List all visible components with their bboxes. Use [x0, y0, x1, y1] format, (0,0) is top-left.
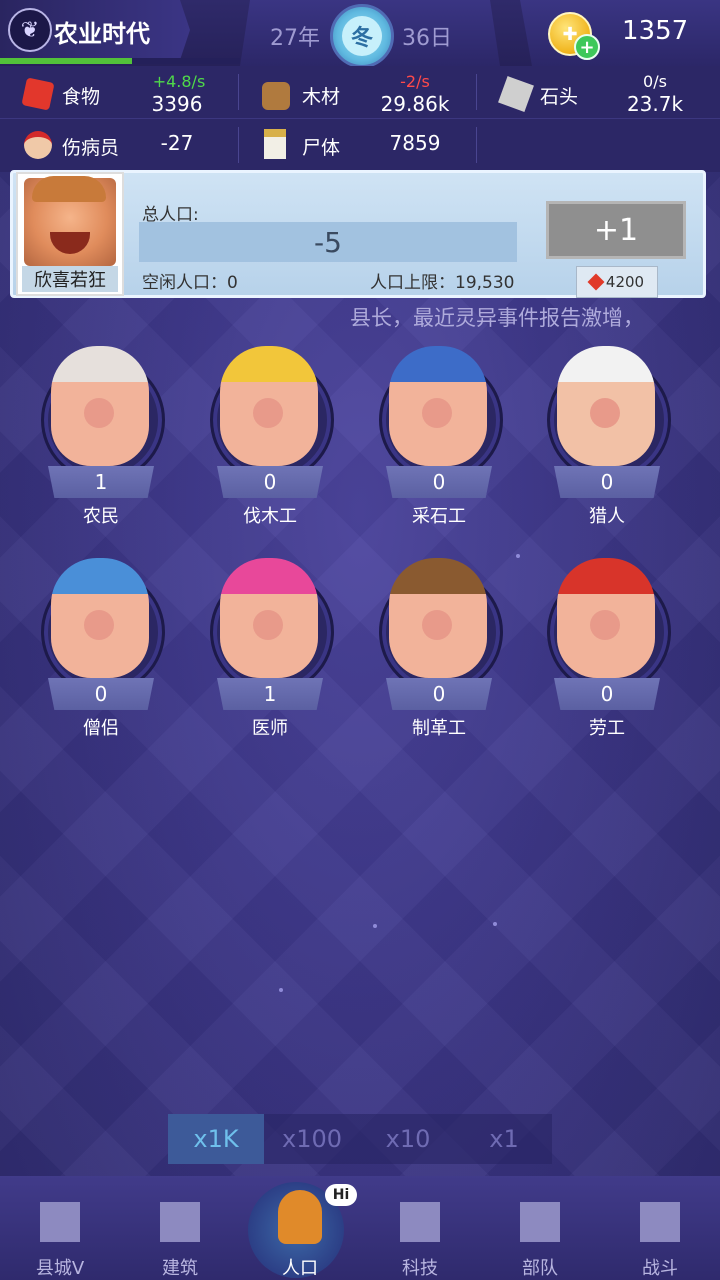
job-count: 1 [217, 678, 323, 710]
multiplier-selector: x1K x100 x10 x1 [168, 1114, 552, 1164]
sparkle [493, 922, 497, 926]
nav-label: 部队 [522, 1258, 558, 1279]
job-name: 劳工 [589, 718, 625, 739]
nav-label: 建筑 [162, 1258, 198, 1279]
worker-nose [84, 610, 114, 640]
cost-value: 4200 [605, 273, 645, 291]
population-cost: 4200 [576, 266, 658, 298]
job-name: 僧侣 [83, 718, 119, 739]
multiplier-option[interactable]: x10 [360, 1114, 456, 1164]
year-label: 27年 [270, 26, 320, 51]
job-count: 0 [217, 466, 323, 498]
stone-icon [498, 76, 534, 112]
job-slot[interactable]: 0 猎人 [532, 338, 682, 538]
multiplier-option[interactable]: x1 [456, 1114, 552, 1164]
nav-label: 科技 [402, 1258, 438, 1279]
sparkle [516, 554, 520, 558]
multiplier-option[interactable]: x1K [168, 1114, 264, 1164]
sparkle [279, 988, 283, 992]
worker-nose [253, 610, 283, 640]
worker-nose [422, 398, 452, 428]
stone-label: 石头 [540, 86, 579, 108]
news-ticker: 县长，最近灵异事件报告激增， [350, 306, 644, 330]
job-count: 0 [48, 678, 154, 710]
wounded-value: -27 [160, 131, 194, 155]
idle-population: 空闲人口：0 [142, 273, 238, 293]
day-label: 36日 [402, 26, 452, 51]
add-gold-button[interactable]: + [574, 34, 600, 60]
job-name: 医师 [252, 718, 288, 739]
job-slot[interactable]: 0 劳工 [532, 550, 682, 750]
castle-icon [40, 1202, 80, 1242]
wood-icon [262, 82, 290, 110]
job-name: 制革工 [412, 718, 466, 739]
multiplier-option[interactable]: x100 [264, 1114, 360, 1164]
stone-rate: 0/s [643, 72, 667, 91]
wood-value: 29.86k [380, 92, 450, 116]
job-slot[interactable]: 1 医师 [195, 550, 345, 750]
job-name: 采石工 [412, 506, 466, 527]
nav-label: 县城V [35, 1258, 85, 1279]
resource-panel: 食物 +4.8/s 3396 木材 -2/s 29.86k 石头 0/s 23.… [0, 66, 720, 172]
nav-castle[interactable]: 县城V [0, 1176, 120, 1280]
season-label: 冬 [342, 16, 382, 56]
gold-amount: 1357 [622, 16, 689, 46]
nav-house[interactable]: 建筑 [120, 1176, 240, 1280]
corpse-value: 7859 [389, 131, 441, 155]
season-icon[interactable]: 冬 [330, 4, 394, 68]
person-icon [278, 1190, 322, 1244]
leader-portrait[interactable]: 欣喜若狂 [16, 172, 124, 296]
wood-rate: -2/s [400, 72, 430, 91]
nav-book[interactable]: 科技 [360, 1176, 480, 1280]
wheat-icon[interactable]: ❦ [8, 8, 52, 52]
corpse-label: 尸体 [302, 137, 341, 159]
worker-nose [590, 398, 620, 428]
sparkle [373, 924, 377, 928]
wood-label: 木材 [302, 86, 341, 108]
nav-banner[interactable]: 部队 [480, 1176, 600, 1280]
worker-nose [422, 610, 452, 640]
nav-swords[interactable]: 战斗 [600, 1176, 720, 1280]
book-icon [400, 1202, 440, 1242]
job-slot[interactable]: 0 采石工 [364, 338, 514, 538]
bottom-nav: 县城V 建筑 人口 科技 部队 战斗 [0, 1176, 720, 1280]
stone-value: 23.7k [626, 92, 684, 116]
wounded-label: 伤病员 [62, 137, 120, 159]
population-value: -5 [139, 222, 517, 262]
food-icon [21, 77, 55, 111]
house-icon [160, 1202, 200, 1242]
banner-icon [520, 1202, 560, 1242]
corpse-icon [264, 129, 286, 159]
job-slot[interactable]: 0 僧侣 [26, 550, 176, 750]
job-name: 农民 [83, 506, 119, 527]
era-label: 农业时代 [54, 20, 150, 48]
job-count: 0 [554, 466, 660, 498]
job-count: 1 [48, 466, 154, 498]
job-slot[interactable]: 0 制革工 [364, 550, 514, 750]
job-count: 0 [386, 466, 492, 498]
worker-nose [590, 610, 620, 640]
nav-label: 战斗 [642, 1258, 678, 1279]
nav-label: 人口 [282, 1258, 318, 1279]
food-cost-icon [587, 273, 605, 291]
job-count: 0 [554, 678, 660, 710]
worker-nose [253, 398, 283, 428]
food-label: 食物 [62, 86, 101, 108]
food-rate: +4.8/s [152, 72, 206, 91]
wounded-icon [24, 131, 52, 159]
job-name: 猎人 [589, 506, 625, 527]
add-population-button[interactable]: +1 [546, 201, 686, 259]
job-slot[interactable]: 1 农民 [26, 338, 176, 538]
leader-mood: 欣喜若狂 [22, 266, 118, 292]
population-cap: 人口上限：19,530 [370, 273, 515, 293]
food-value: 3396 [151, 92, 203, 116]
job-slot[interactable]: 0 伐木工 [195, 338, 345, 538]
job-count: 0 [386, 678, 492, 710]
hi-badge: Hi [325, 1184, 357, 1206]
era-progress-bar [0, 58, 240, 64]
swords-icon [640, 1202, 680, 1242]
worker-nose [84, 398, 114, 428]
job-name: 伐木工 [243, 506, 297, 527]
